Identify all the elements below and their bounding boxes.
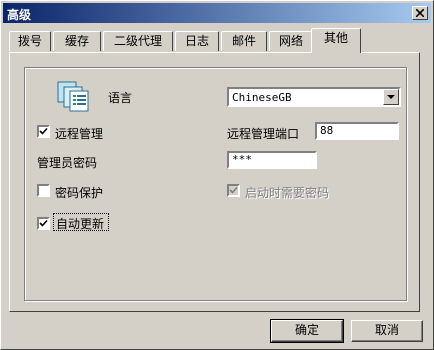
tab-label: 网络 — [278, 34, 303, 48]
window-title: 高级 — [7, 8, 32, 22]
title-bar[interactable]: 高级 — [3, 3, 431, 23]
tab-label: 日志 — [184, 34, 209, 48]
password-protect-checkbox[interactable] — [37, 184, 50, 197]
remote-manage-label: 远程管理 — [55, 127, 104, 141]
tab-dial[interactable]: 拨号 — [9, 31, 51, 51]
close-button[interactable] — [412, 6, 428, 20]
startup-password-label: 启动时需要密码 — [245, 186, 330, 200]
tab-mail[interactable]: 邮件 — [221, 31, 267, 51]
remote-port-input[interactable]: 88 — [315, 122, 399, 140]
language-value: ChineseGB — [232, 91, 292, 104]
chevron-down-icon — [387, 95, 395, 99]
tab-cache[interactable]: 缓存 — [53, 31, 101, 51]
tab-label: 缓存 — [64, 34, 89, 48]
check-icon — [39, 127, 48, 135]
remote-port-label: 远程管理端口 — [227, 127, 300, 141]
tab-label: 拨号 — [17, 34, 42, 48]
password-protect-label: 密码保护 — [55, 186, 104, 200]
startup-password-checkbox[interactable] — [227, 184, 240, 197]
auto-update-checkbox[interactable] — [37, 217, 50, 230]
tab-log[interactable]: 日志 — [175, 31, 219, 51]
tab-label: 邮件 — [231, 34, 256, 48]
tab-network[interactable]: 网络 — [269, 31, 313, 51]
cancel-button[interactable]: 取消 — [351, 320, 423, 342]
settings-dialog: 高级 拨号 缓存 二级代理 日志 邮件 网络 其他 语言 ChineseGB 远… — [0, 0, 434, 350]
close-icon — [416, 9, 424, 17]
admin-password-label: 管理员密码 — [37, 156, 98, 170]
tab-label: 二级代理 — [113, 34, 162, 48]
tab-other[interactable]: 其他 — [311, 28, 361, 53]
ok-button[interactable]: 确定 — [270, 319, 344, 343]
dropdown-button[interactable] — [383, 89, 399, 105]
language-label: 语言 — [108, 91, 133, 105]
tab-second-proxy[interactable]: 二级代理 — [103, 31, 173, 51]
auto-update-label: 自动更新 — [56, 217, 105, 231]
check-icon — [229, 186, 238, 194]
remote-manage-checkbox[interactable] — [37, 125, 50, 138]
admin-password-input[interactable]: *** — [227, 151, 317, 169]
tab-label: 其他 — [323, 31, 348, 45]
language-select[interactable]: ChineseGB — [227, 87, 401, 107]
check-icon — [39, 219, 48, 227]
file-stack-icon — [57, 81, 89, 112]
